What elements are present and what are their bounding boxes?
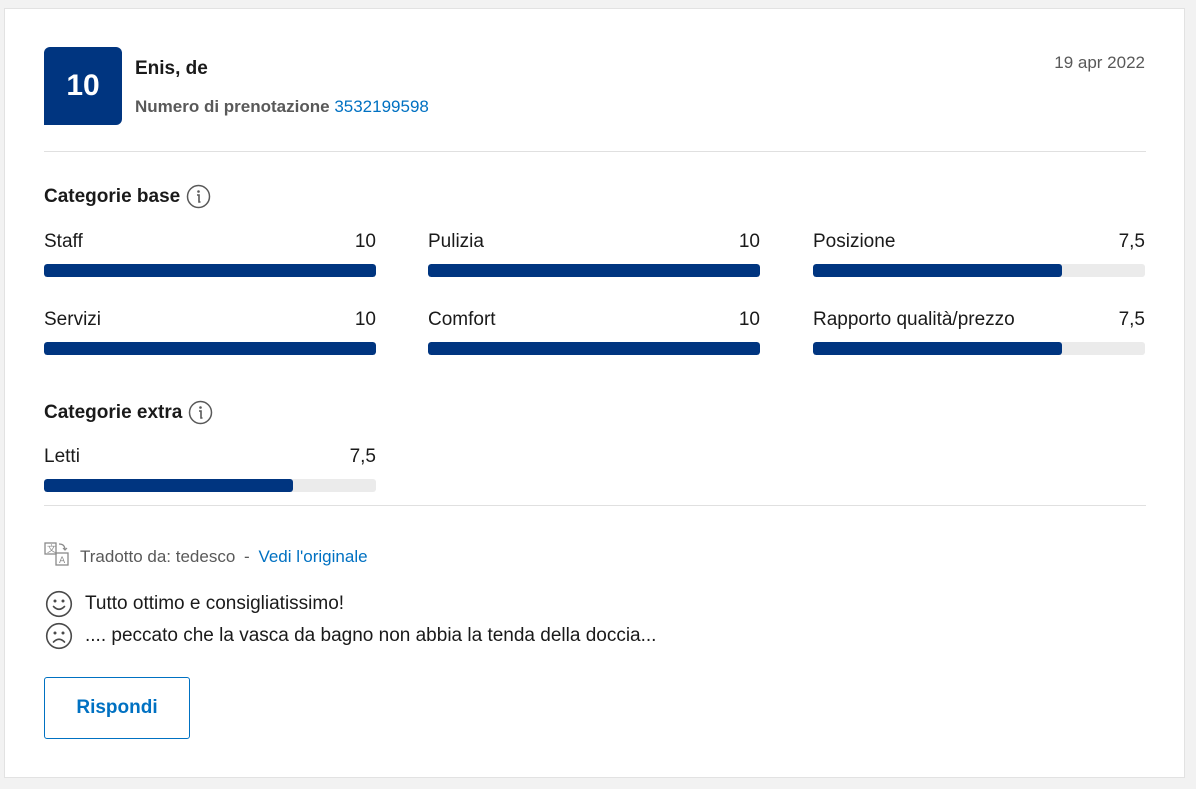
category-score: 10: [738, 231, 760, 252]
category-letti: Letti 7,5: [44, 444, 376, 492]
extra-categories-label: Categorie extra: [44, 401, 183, 423]
score-bar-fill: [813, 342, 1062, 355]
category-score: 10: [354, 231, 376, 252]
category-score: 7,5: [1118, 231, 1145, 252]
positive-comment-text: Tutto ottimo e consigliatissimo!: [85, 593, 345, 614]
extra-categories-title: Categorie extra: [44, 400, 213, 425]
booking-line: Numero di prenotazione 3532199598: [135, 97, 429, 117]
divider: [44, 505, 1146, 506]
svg-text:文: 文: [47, 543, 56, 555]
score-bar: [44, 342, 376, 355]
smiley-icon: [45, 590, 73, 618]
category-staff: Staff 10: [44, 229, 376, 277]
score-bar-fill: [44, 342, 376, 355]
score-bar-fill: [44, 264, 376, 277]
translation-separator: -: [244, 546, 250, 566]
score-badge: 10: [44, 47, 122, 125]
base-categories-label: Categorie base: [44, 185, 181, 207]
booking-number-link[interactable]: 3532199598: [334, 97, 429, 116]
category-posizione: Posizione 7,5: [813, 229, 1145, 277]
score-bar-fill: [44, 479, 293, 492]
category-score: 7,5: [1118, 309, 1145, 330]
score-bar: [813, 264, 1145, 277]
translation-text: Tradotto da: tedesco: [80, 546, 236, 566]
category-rapporto-qualita-prezzo: Rapporto qualità/prezzo 7,5: [813, 307, 1145, 355]
score-bar-fill: [428, 264, 760, 277]
reviewer-name: Enis, de: [135, 58, 208, 79]
info-icon[interactable]: [188, 400, 213, 425]
score-bar: [44, 479, 376, 492]
view-original-link[interactable]: Vedi l'originale: [258, 547, 367, 566]
booking-label: Numero di prenotazione: [135, 97, 330, 116]
frown-icon: [45, 622, 73, 650]
category-label: Letti: [44, 446, 80, 467]
review-date: 19 apr 2022: [1054, 53, 1145, 72]
translate-icon: 文 A: [44, 542, 70, 571]
positive-comment: Tutto ottimo e consigliatissimo!: [45, 590, 344, 618]
category-comfort: Comfort 10: [428, 307, 760, 355]
divider: [44, 151, 1146, 152]
score-bar-fill: [813, 264, 1062, 277]
review-card: 10 Enis, de Numero di prenotazione 35321…: [4, 8, 1185, 778]
score-bar: [428, 264, 760, 277]
svg-text:A: A: [59, 556, 66, 566]
translation-note: 文 A Tradotto da: tedesco - Vedi l'origin…: [44, 542, 368, 571]
negative-comment-text: .... peccato che la vasca da bagno non a…: [85, 625, 657, 646]
category-label: Pulizia: [428, 231, 484, 252]
negative-comment: .... peccato che la vasca da bagno non a…: [45, 622, 656, 650]
reply-button[interactable]: Rispondi: [44, 677, 190, 739]
category-score: 10: [738, 309, 760, 330]
score-bar: [44, 264, 376, 277]
category-pulizia: Pulizia 10: [428, 229, 760, 277]
score-bar: [428, 342, 760, 355]
category-servizi: Servizi 10: [44, 307, 376, 355]
category-score: 10: [354, 309, 376, 330]
category-label: Rapporto qualità/prezzo: [813, 309, 1015, 330]
score-bar: [813, 342, 1145, 355]
category-label: Staff: [44, 231, 83, 252]
base-categories-title: Categorie base: [44, 184, 211, 209]
category-label: Servizi: [44, 309, 102, 330]
info-icon[interactable]: [186, 184, 211, 209]
category-label: Posizione: [813, 231, 896, 252]
score-bar-fill: [428, 342, 760, 355]
category-label: Comfort: [428, 309, 496, 330]
category-score: 7,5: [349, 446, 376, 467]
